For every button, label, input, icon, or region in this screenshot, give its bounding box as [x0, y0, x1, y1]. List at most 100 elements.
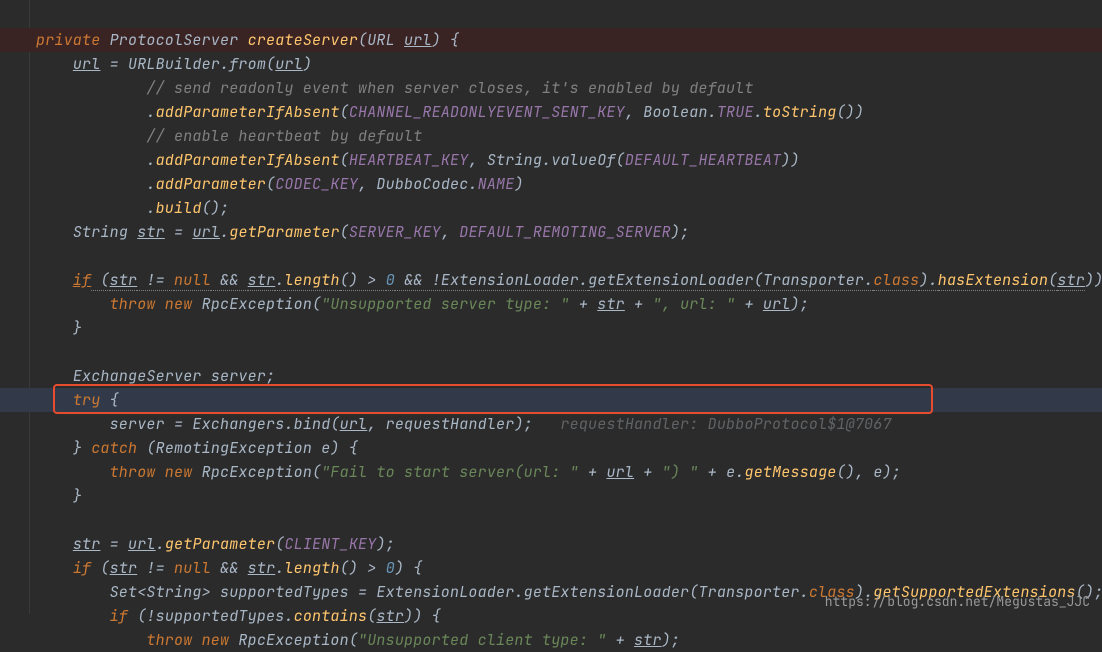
- m: getExtensionLoader: [524, 582, 690, 602]
- t: String: [73, 222, 137, 242]
- kw: null: [174, 558, 211, 578]
- t: + e.: [698, 462, 744, 482]
- c: DEFAULT_HEARTBEAT: [625, 150, 781, 170]
- t: (: [340, 222, 349, 242]
- m: getExtensionLoader: [588, 270, 754, 291]
- t: .: [146, 102, 155, 122]
- kw: catch: [91, 438, 137, 458]
- kw: try: [73, 390, 101, 410]
- t: () >: [340, 270, 386, 291]
- t: {: [100, 390, 118, 410]
- m: valueOf: [551, 150, 615, 170]
- n: 0: [386, 558, 395, 578]
- v: str: [73, 534, 101, 554]
- t: , String.: [468, 150, 551, 170]
- kw: null: [174, 270, 211, 291]
- t: RpcException(: [229, 630, 358, 650]
- c: NAME: [478, 174, 515, 194]
- t: )) {: [404, 606, 441, 626]
- t: (: [266, 174, 275, 194]
- argtype: URL: [367, 30, 395, 50]
- c: CLIENT_KEY: [284, 534, 376, 554]
- t: &&: [211, 270, 248, 291]
- m: addParameterIfAbsent: [156, 102, 340, 122]
- t: .: [754, 102, 763, 122]
- m: addParameter: [156, 174, 266, 194]
- t: ExchangeServer server;: [73, 366, 275, 386]
- t: .: [146, 150, 155, 170]
- m: build: [156, 198, 202, 218]
- method: createServer: [248, 30, 358, 50]
- t: (Transporter.: [754, 270, 874, 291]
- kw: private: [36, 30, 100, 50]
- c: CODEC_KEY: [275, 174, 358, 194]
- t: =: [100, 534, 128, 554]
- code-area[interactable]: private ProtocolServer createServer(URL …: [36, 4, 1102, 652]
- c: TRUE: [717, 102, 754, 122]
- t: .: [146, 174, 155, 194]
- t: ): [514, 174, 523, 194]
- m: hasExtension: [938, 270, 1048, 291]
- c: DEFAULT_REMOTING_SERVER: [459, 222, 671, 242]
- m: getMessage: [745, 462, 837, 482]
- t: , Boolean.: [625, 102, 717, 122]
- m: length: [284, 270, 339, 291]
- t: Set<String> supportedTypes = ExtensionLo…: [110, 582, 524, 602]
- v: url: [763, 294, 791, 314]
- kw: if: [73, 558, 91, 578]
- p: url: [275, 54, 303, 74]
- t: server = Exchangers.: [110, 414, 294, 434]
- t: = URLBuilder.: [100, 54, 229, 74]
- kw: class: [873, 270, 919, 291]
- t: ): [303, 54, 312, 74]
- m: getParameter: [165, 534, 275, 554]
- m: bind: [294, 414, 331, 434]
- v: str: [137, 222, 165, 242]
- kw: if: [73, 270, 91, 290]
- t: (: [330, 414, 339, 434]
- gutter: [0, 0, 30, 614]
- t: && !ExtensionLoader.: [395, 270, 588, 291]
- s: "Unsupported server type: ": [321, 294, 569, 314]
- t: +: [625, 294, 653, 314]
- t: !=: [137, 558, 174, 578]
- comment: // enable heartbeat by default: [146, 126, 422, 146]
- t: RpcException(: [192, 462, 321, 482]
- t: ) {: [432, 30, 460, 50]
- t: ) {: [395, 558, 423, 578]
- t: (: [91, 558, 109, 578]
- s: ") ": [662, 462, 699, 482]
- ne: !=: [137, 270, 174, 291]
- t: (), e);: [837, 462, 901, 482]
- t: +: [570, 294, 598, 314]
- m: length: [284, 558, 339, 578]
- inlay-hint: requestHandler: DubboProtocol$1@7067: [533, 414, 892, 434]
- t: );: [662, 630, 680, 650]
- m: contains: [294, 606, 368, 626]
- t: +: [634, 462, 662, 482]
- t: .: [156, 534, 165, 554]
- t: , requestHandler);: [367, 414, 533, 434]
- s: ", url: ": [652, 294, 735, 314]
- v: str: [110, 270, 138, 291]
- t: +: [579, 462, 607, 482]
- comment: // send readonly event when server close…: [146, 78, 753, 98]
- t: (!supportedTypes.: [128, 606, 294, 626]
- t: ).: [919, 270, 937, 291]
- t: )) {: [1085, 270, 1102, 290]
- p: url: [128, 534, 156, 554]
- v: str: [248, 558, 276, 578]
- s: "Unsupported client type: ": [358, 630, 606, 650]
- t: (: [1048, 270, 1057, 291]
- t: )): [781, 150, 799, 170]
- t: , DubboCodec.: [358, 174, 478, 194]
- n: 0: [386, 270, 395, 291]
- kw: if: [110, 606, 128, 626]
- t: }: [73, 486, 82, 506]
- p: url: [340, 414, 368, 434]
- t: (: [616, 150, 625, 170]
- t: (: [91, 270, 109, 291]
- t: (RemotingException e) {: [137, 438, 358, 458]
- v: str: [376, 606, 404, 626]
- c: CHANNEL_READONLYEVENT_SENT_KEY: [349, 102, 625, 122]
